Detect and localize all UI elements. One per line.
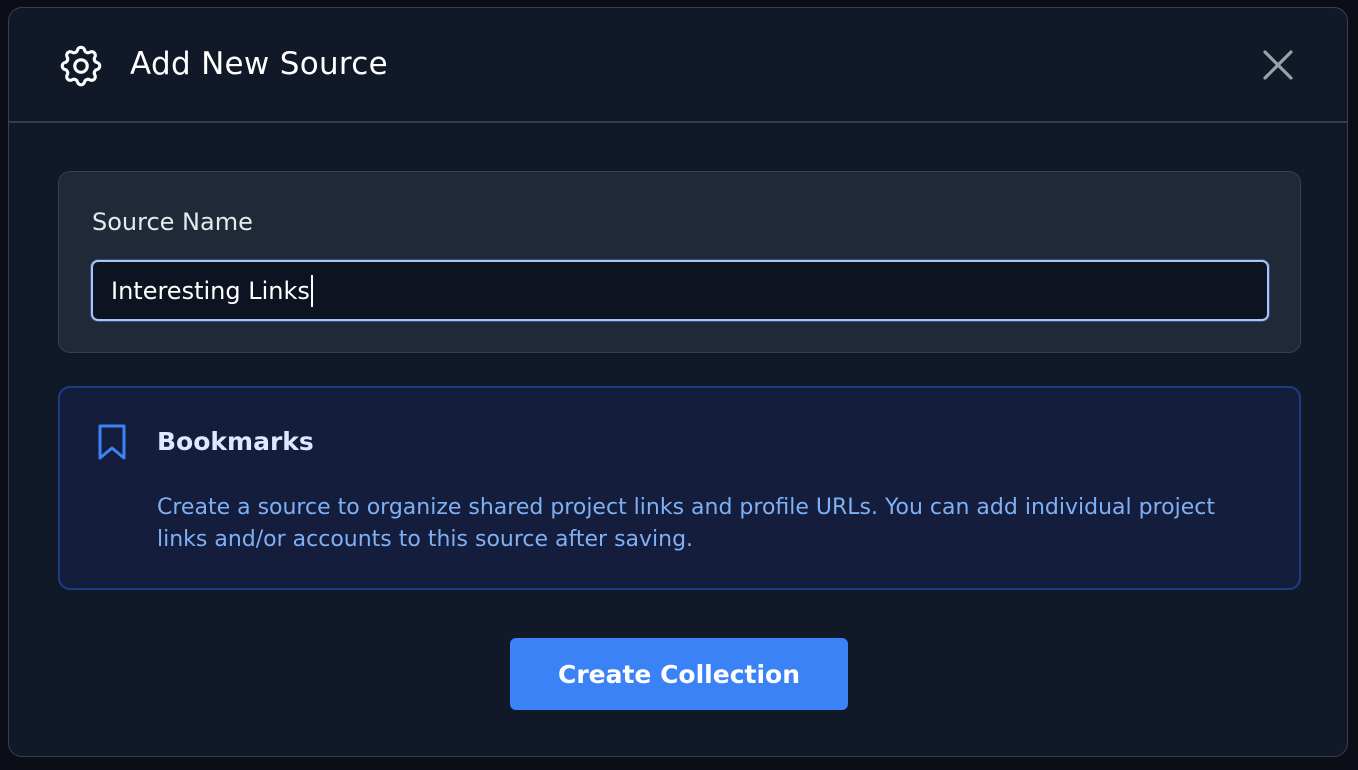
dialog-header: Add New Source: [9, 8, 1347, 123]
dialog-title: Add New Source: [130, 46, 389, 82]
create-collection-label: Create Collection: [557, 659, 801, 689]
text-caret: [310, 275, 313, 307]
add-source-dialog: Add New Source Source Name Interesting L…: [8, 7, 1348, 757]
create-collection-button[interactable]: Create Collection: [510, 638, 848, 710]
bookmarks-info-card: Bookmarks Create a source to organize sh…: [58, 386, 1301, 590]
close-icon[interactable]: [1259, 46, 1297, 84]
gear-icon: [56, 41, 106, 91]
info-title: Bookmarks: [157, 427, 314, 456]
source-name-value: Interesting Links: [111, 277, 310, 305]
info-description: Create a source to organize shared proje…: [157, 495, 1215, 552]
source-name-section: Source Name Interesting Links: [58, 171, 1301, 353]
source-name-label: Source Name: [92, 208, 253, 236]
bookmark-icon: [96, 422, 128, 462]
source-name-input[interactable]: Interesting Links: [91, 260, 1269, 321]
